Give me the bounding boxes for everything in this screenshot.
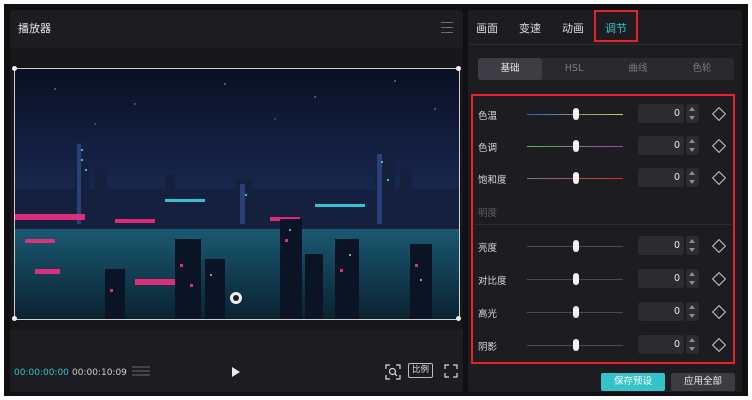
current-time: 00:00:00:00 [14,368,69,378]
subtab-hsl[interactable]: HSL [542,58,606,80]
stepper-icon[interactable] [686,168,699,187]
slider-row-highlights: 高光 0 [468,302,742,322]
slider-row-tint: 色调 0 [468,136,742,156]
keyframe-diamond-icon[interactable] [711,337,727,353]
row-label: 饱和度 [478,175,507,186]
slider-knob[interactable] [573,108,579,120]
keyframe-diamond-icon[interactable] [711,304,727,320]
row-label: 色温 [478,111,498,122]
slider-knob[interactable] [573,273,579,285]
slider-knob[interactable] [573,339,579,351]
corner-handle[interactable] [456,316,461,321]
preview-canvas [10,48,463,330]
adjust-panel: 画面 变速 动画 调节 基础 HSL 曲线 色轮 色温 0 色调 0 饱和度 0… [468,10,742,392]
value-field[interactable]: 0 [638,236,684,255]
tab-picture[interactable]: 画面 [476,20,498,36]
stepper-icon[interactable] [686,104,699,123]
slider-knob[interactable] [573,240,579,252]
timeline-bars-icon[interactable] [132,366,150,378]
player-controls: 00:00:00:00 00:00:10:09 比例 [10,362,463,384]
keyframe-diamond-icon[interactable] [711,238,727,254]
section-label: 明度 [478,208,498,219]
tab-highlight-box [594,10,638,42]
corner-handle[interactable] [12,316,17,321]
row-label: 亮度 [478,243,498,254]
subtab-curves[interactable]: 曲线 [606,58,670,80]
row-label: 对比度 [478,276,507,287]
slider-row-contrast: 对比度 0 [468,269,742,289]
tab-animation[interactable]: 动画 [562,20,584,36]
apply-all-button[interactable]: 应用全部 [671,373,735,391]
video-preview[interactable] [14,68,460,320]
row-label: 阴影 [478,342,498,353]
keyframe-diamond-icon[interactable] [711,271,727,287]
save-preset-button[interactable]: 保存预设 [601,373,665,391]
row-label: 高光 [478,309,498,320]
slider-knob[interactable] [573,172,579,184]
rotate-handle-icon[interactable] [230,292,242,304]
city-night-image [15,69,459,319]
value-field[interactable]: 0 [638,136,684,155]
menu-icon[interactable] [441,22,453,33]
subtab-segment: 基础 HSL 曲线 色轮 [478,58,734,80]
corner-handle[interactable] [456,66,461,71]
stepper-icon[interactable] [686,236,699,255]
keyframe-diamond-icon[interactable] [711,170,727,186]
play-icon[interactable] [232,367,240,377]
slider-knob[interactable] [573,140,579,152]
stepper-icon[interactable] [686,136,699,155]
slider-knob[interactable] [573,306,579,318]
player-panel: 播放器 00:00:00:00 00:00:10:09 比例 [10,10,463,392]
keyframe-diamond-icon[interactable] [711,106,727,122]
row-label: 色调 [478,143,498,154]
total-time: 00:00:10:09 [72,368,127,378]
slider-row-shadows: 阴影 0 [468,335,742,355]
fit-icon[interactable] [385,364,401,380]
tab-speed[interactable]: 变速 [519,20,541,36]
panel-tabs: 画面 变速 动画 调节 [468,10,742,45]
slider-row-brightness: 亮度 0 [468,236,742,256]
keyframe-diamond-icon[interactable] [711,138,727,154]
corner-handle[interactable] [12,66,17,71]
player-title: 播放器 [18,22,51,35]
stepper-icon[interactable] [686,302,699,321]
value-field[interactable]: 0 [638,335,684,354]
slider-row-temperature: 色温 0 [468,104,742,124]
value-field[interactable]: 0 [638,104,684,123]
app-window: 播放器 00:00:00:00 00:00:10:09 比例 画面 变速 动画 … [4,4,748,396]
adjust-highlight-box [471,94,735,364]
subtab-color-wheel[interactable]: 色轮 [670,58,734,80]
value-field[interactable]: 0 [638,302,684,321]
subtab-basic[interactable]: 基础 [478,58,542,80]
stepper-icon[interactable] [686,269,699,288]
fullscreen-icon[interactable] [444,364,458,378]
stepper-icon[interactable] [686,335,699,354]
ratio-button[interactable]: 比例 [408,363,434,378]
value-field[interactable]: 0 [638,168,684,187]
value-field[interactable]: 0 [638,269,684,288]
divider [474,224,732,225]
slider-row-saturation: 饱和度 0 [468,168,742,188]
